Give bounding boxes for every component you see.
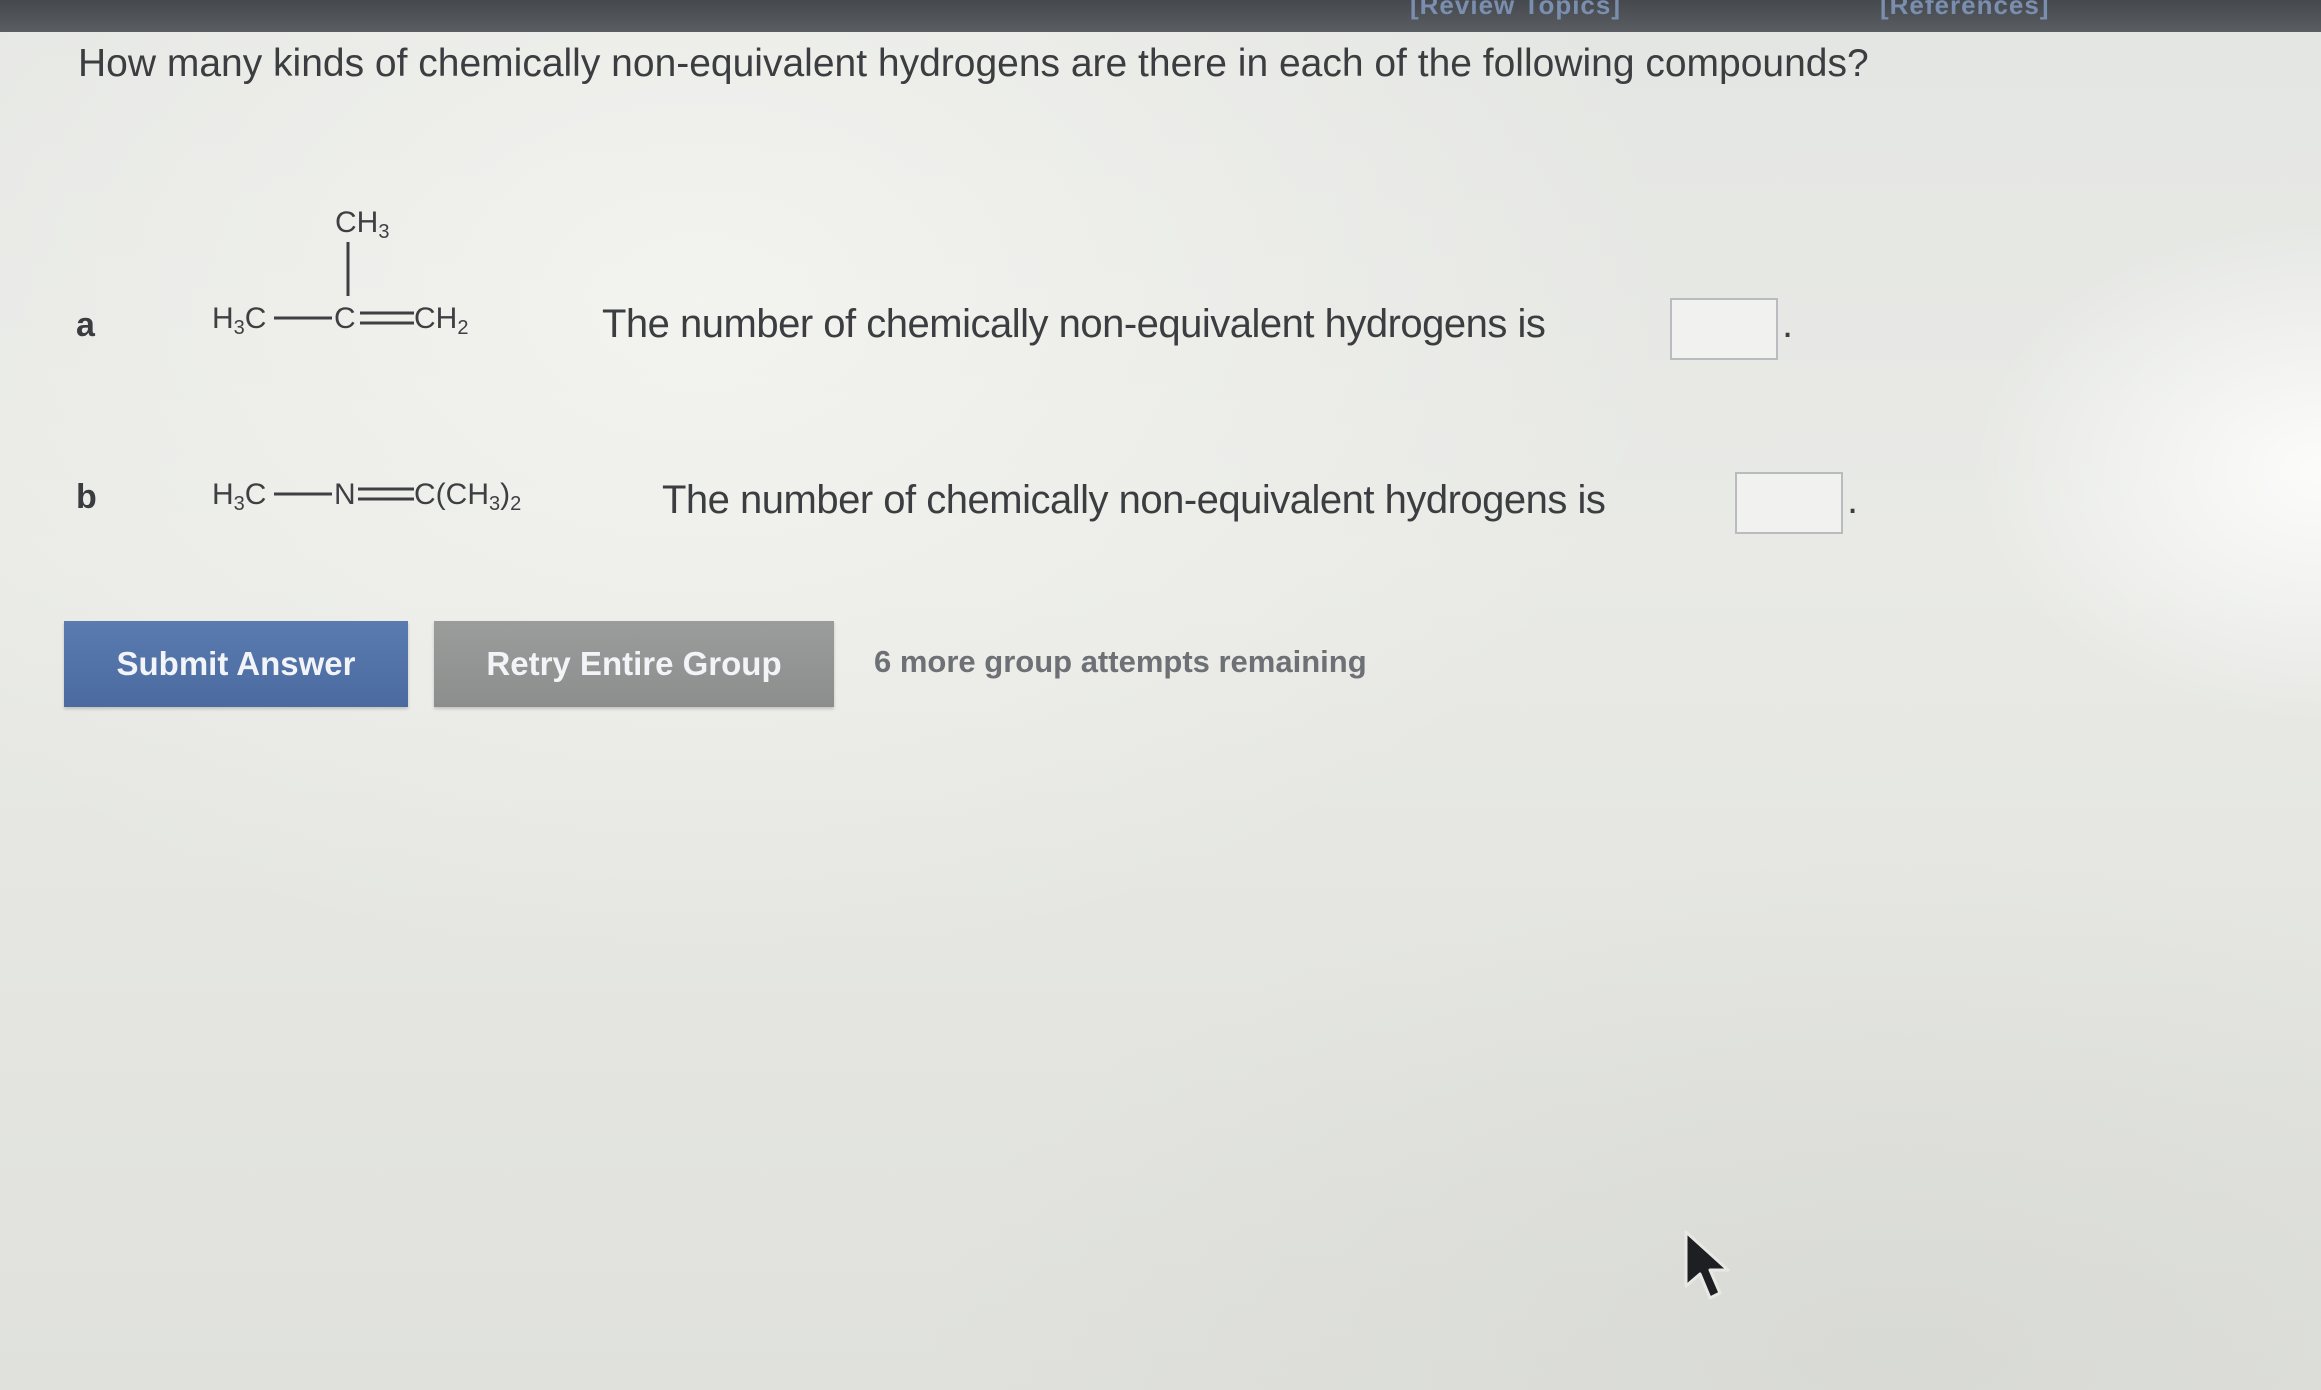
structure-a-right-sub: 2 [457, 317, 468, 339]
structure-a-center-atom: C [334, 302, 356, 335]
structure-b-left-group: H3C [212, 478, 266, 515]
review-topics-link[interactable]: [Review Topics] [1410, 0, 1621, 21]
part-a-prompt: The number of chemically non-equivalent … [602, 302, 1546, 346]
attempts-remaining-text: 6 more group attempts remaining [874, 644, 1367, 679]
structure-a-left-c: C [245, 302, 267, 335]
structure-a-left-sub: 3 [234, 317, 245, 339]
structure-b-right-sub1: 3 [489, 493, 500, 515]
structure-a-top-group: CH3 [335, 206, 389, 243]
structure-a-left-group: H3C [212, 302, 266, 339]
part-b-period: . [1847, 478, 1859, 522]
structure-a-right-c: CH [414, 302, 457, 335]
structure-a-left-h: H [212, 302, 234, 335]
structure-b-middle-atom: N [334, 478, 356, 511]
structure-b-right-group: C(CH3)2 [414, 478, 521, 515]
structure-a-diagram: CH3 H3C C CH2 [212, 206, 468, 339]
submit-answer-button[interactable]: Submit Answer [64, 621, 408, 707]
part-b-answer-input[interactable] [1735, 472, 1843, 534]
structure-b-right-sub2: 2 [510, 493, 521, 515]
structure-b-left-c: C [245, 478, 267, 511]
references-link[interactable]: [References] [1880, 0, 2050, 21]
top-bar: [Review Topics] [References] [0, 0, 2321, 32]
part-a-period: . [1782, 302, 1794, 346]
structure-a-top-c: CH [335, 206, 378, 239]
structure-b-right-paren: ) [500, 478, 510, 511]
structure-a-right-group: CH2 [414, 302, 468, 339]
part-b-letter: b [76, 478, 97, 516]
retry-entire-group-button[interactable]: Retry Entire Group [434, 621, 834, 707]
structure-b-left-sub: 3 [234, 493, 245, 515]
structure-a-top-sub: 3 [378, 221, 389, 243]
structure-b-right-main: C(CH [414, 478, 489, 511]
question-text: How many kinds of chemically non-equival… [78, 42, 1869, 85]
part-a-letter: a [76, 306, 95, 344]
part-a-answer-input[interactable] [1670, 298, 1778, 360]
mouse-pointer-icon [1684, 1230, 1730, 1300]
structure-b-left-h: H [212, 478, 234, 511]
part-b-prompt: The number of chemically non-equivalent … [662, 478, 1606, 522]
structure-b-diagram: H3C N C(CH3)2 [212, 478, 521, 515]
